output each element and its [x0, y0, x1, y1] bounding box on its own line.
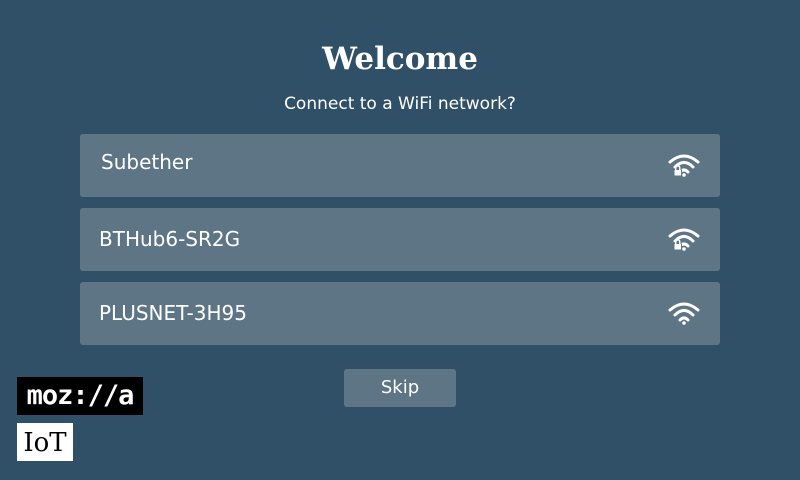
page-subtitle: Connect to a WiFi network?	[284, 94, 516, 114]
network-item-subether[interactable]: Subether	[80, 134, 720, 197]
wifi-locked-icon	[668, 154, 700, 177]
wifi-locked-icon	[668, 228, 700, 251]
network-name: Subether	[101, 150, 193, 174]
wifi-icon	[668, 302, 700, 325]
iot-logo: IoT	[17, 423, 73, 461]
skip-button[interactable]: Skip	[344, 369, 456, 407]
network-list: Subether BTHub6-SR2G PLUSNET-3H95	[80, 134, 720, 356]
network-name: PLUSNET-3H95	[99, 301, 247, 325]
page-title: Welcome	[322, 41, 478, 77]
network-item-plusnet-3h95[interactable]: PLUSNET-3H95	[80, 282, 720, 345]
mozilla-logo: moz://a	[17, 377, 143, 415]
network-name: BTHub6-SR2G	[99, 227, 241, 251]
network-item-bthub6-sr2g[interactable]: BTHub6-SR2G	[80, 208, 720, 271]
